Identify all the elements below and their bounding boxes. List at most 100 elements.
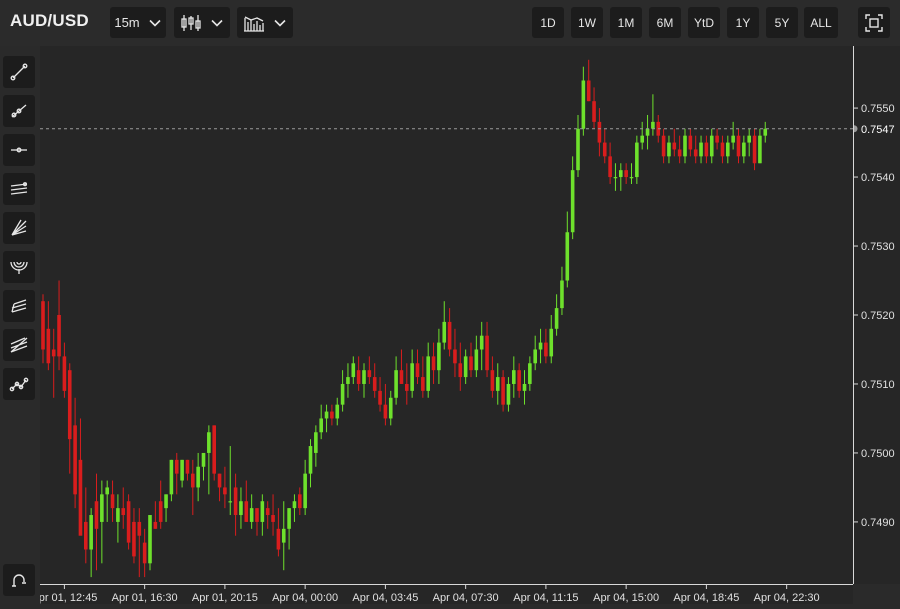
candle-body [463,356,468,378]
candle-body [758,135,762,164]
candle-body [426,356,430,391]
range-button-all[interactable]: ALL [804,7,838,38]
candle [538,328,543,364]
candle-body [314,432,318,453]
candle [212,425,216,481]
plot-area[interactable] [40,46,853,584]
fan-icon [11,219,27,236]
candle-body [442,321,447,343]
candle-body [709,135,714,157]
candle [517,363,521,398]
range-button-ytd[interactable]: YtD [688,7,720,38]
candle [132,508,136,564]
candle-body [276,528,281,550]
tool-trend-line[interactable] [3,56,35,88]
parallel-channel-icon [10,182,28,195]
candle [565,211,570,288]
tool-parallel-channel[interactable] [3,173,35,205]
x-tick-label: Apr 01, 20:15 [192,592,258,604]
candle-body [158,501,163,522]
candle [592,87,596,129]
candle-body [367,370,372,378]
y-tick-label: 0.7540 [861,172,895,184]
candle-body [661,135,666,157]
candle [447,308,452,357]
tool-pitchfork[interactable] [3,290,35,322]
tool-arc[interactable] [3,251,35,283]
candle [528,356,532,391]
candle [415,349,420,384]
candle [512,356,516,398]
candle-body [736,135,741,157]
candle-body [570,170,575,233]
candle [758,128,762,164]
candle [560,266,564,315]
pitchfork-icon [11,299,27,313]
tool-horizontal-line[interactable] [3,134,35,166]
tool-fan[interactable] [3,212,35,244]
tool-polyline[interactable] [3,368,35,400]
candle-body [89,515,93,550]
range-button-6m[interactable]: 6M [649,7,681,38]
candle [672,128,677,157]
candle [281,501,286,571]
candle-body [415,363,420,378]
candle [688,128,693,157]
candle-body [303,473,307,509]
candle-body [228,501,233,503]
candle-body [249,508,254,522]
candle [405,363,409,405]
candle [431,342,436,384]
candle [126,494,131,550]
candle-body [410,363,414,391]
candle [661,128,666,164]
tool-fibonacci[interactable] [3,329,35,361]
candle-body [752,135,757,164]
candle-body [763,128,768,136]
candle [645,114,650,150]
candle [474,335,479,378]
arc-icon [10,261,28,274]
candle [78,418,83,536]
candle-body [688,135,693,150]
candle [635,135,639,184]
candle [207,425,211,495]
candle [693,135,698,164]
time-axis[interactable]: Apr 01, 12:45 Apr 01, 16:30 Apr 01, 20:15 A… [31,584,853,604]
price-axis[interactable]: 0.7490 0.7500 0.7510 0.7520 0.7530 0.7540 0.75… [850,46,900,584]
range-button-1m[interactable]: 1M [610,7,642,38]
candle [726,135,730,164]
tool-magnet[interactable] [3,564,35,596]
candle [260,494,265,536]
candle [383,383,388,426]
candle-body [394,370,398,398]
chart-type-dropdown[interactable] [174,7,230,38]
candle-body [640,135,644,143]
indicators-dropdown[interactable] [237,7,293,38]
candlestick-chart[interactable] [40,46,853,584]
fullscreen-button[interactable] [858,7,890,38]
candle-body [372,377,377,391]
candle [699,135,703,164]
interval-dropdown[interactable]: 15m [110,7,166,38]
candle-body [528,363,532,384]
candle [174,452,179,495]
symbol-title: AUD/USD [10,11,89,30]
candle-body [581,80,586,129]
range-button-1y[interactable]: 1Y [727,7,759,38]
candle-body [378,390,382,405]
candle [372,363,377,398]
candle [239,487,243,529]
tool-ray[interactable] [3,95,35,127]
candle-body [212,425,216,474]
x-tick-label: Apr 01, 12:45 [40,592,97,604]
candle [73,397,77,509]
range-button-1w[interactable]: 1W [571,7,603,38]
candle [736,128,741,164]
range-button-1d[interactable]: 1D [532,7,564,38]
price-axis-labels: 0.7490 0.7500 0.7510 0.7520 0.7530 0.7540 0.75… [850,103,895,529]
range-button-5y[interactable]: 5Y [766,7,798,38]
candle-body [100,494,104,522]
candle [116,494,120,543]
candle [720,135,725,164]
